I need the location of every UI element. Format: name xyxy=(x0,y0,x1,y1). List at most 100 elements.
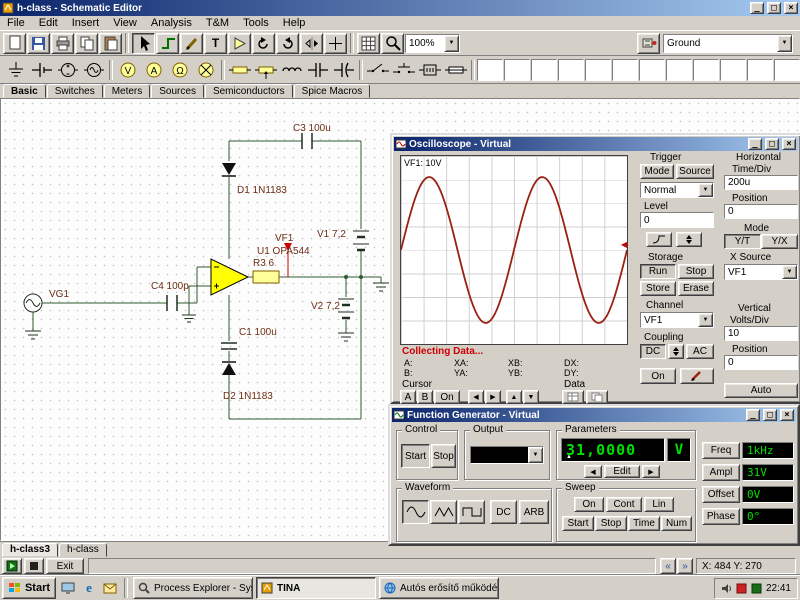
save-button[interactable] xyxy=(27,33,50,54)
paste-button[interactable] xyxy=(99,33,122,54)
red-tray-icon[interactable] xyxy=(736,583,747,594)
edit-prev-button[interactable]: ◀ xyxy=(584,465,602,478)
coupling-ac-button[interactable]: AC xyxy=(686,344,714,359)
print-button[interactable] xyxy=(51,33,74,54)
export-data-button[interactable] xyxy=(562,390,584,404)
move-tool-button[interactable] xyxy=(324,33,347,54)
arb-button[interactable]: ARB xyxy=(519,500,549,524)
stop-button[interactable]: Stop xyxy=(678,264,714,279)
tab-spice-macros[interactable]: Spice Macros xyxy=(294,84,371,98)
fg-start-button[interactable]: Start xyxy=(401,444,430,468)
oscilloscope-titlebar[interactable]: Oscilloscope - Virtual _ □ × xyxy=(394,137,798,151)
text-tool-button[interactable]: T xyxy=(204,33,227,54)
close-button[interactable]: × xyxy=(780,409,794,421)
scroll-right-button[interactable]: » xyxy=(677,558,693,574)
dc-button[interactable]: DC xyxy=(490,500,517,524)
select-tool-button[interactable] xyxy=(132,33,155,54)
ground-reference-combo[interactable]: Ground ▼ xyxy=(663,34,793,53)
grid-toggle-button[interactable] xyxy=(357,33,380,54)
tab-basic[interactable]: Basic xyxy=(3,84,46,98)
tab-semiconductors[interactable]: Semiconductors xyxy=(205,84,293,98)
menu-tools[interactable]: Tools xyxy=(236,16,276,30)
capacitor-component-button[interactable] xyxy=(305,58,331,82)
fuse-component-button[interactable] xyxy=(443,58,469,82)
quick-launch-mail-button[interactable] xyxy=(101,578,119,598)
volume-tray-icon[interactable] xyxy=(721,583,732,594)
copy-data-button[interactable] xyxy=(586,390,608,404)
edit-button[interactable]: Edit xyxy=(604,465,640,478)
maximize-button[interactable]: □ xyxy=(763,409,777,421)
menu-tm[interactable]: T&M xyxy=(199,16,236,30)
trigger-level-input[interactable]: 0 xyxy=(640,212,714,228)
rotate-left-button[interactable] xyxy=(252,33,275,54)
cursor-a-button[interactable]: A xyxy=(400,390,416,404)
copy-button[interactable] xyxy=(75,33,98,54)
tm-run-button[interactable] xyxy=(2,558,22,574)
trigger-slope-button[interactable] xyxy=(646,232,672,247)
trigger-mode-combo[interactable]: Normal ▼ xyxy=(640,182,714,198)
erase-button[interactable]: Erase xyxy=(678,281,714,296)
phase-button[interactable]: Phase xyxy=(702,508,740,525)
coupling-toggle-button[interactable] xyxy=(668,344,684,359)
task-browser-page[interactable]: Autós erősítő működése ... xyxy=(379,577,499,599)
v-position-input[interactable]: 0 xyxy=(724,355,798,370)
tab-switches[interactable]: Switches xyxy=(47,84,103,98)
h-position-input[interactable]: 0 xyxy=(724,204,798,219)
chevron-down-icon[interactable]: ▼ xyxy=(782,265,797,279)
channel-on-button[interactable]: On xyxy=(640,368,676,384)
menu-view[interactable]: View xyxy=(106,16,144,30)
menu-insert[interactable]: Insert xyxy=(65,16,107,30)
menu-help[interactable]: Help xyxy=(276,16,313,30)
sheet-tab-h-class[interactable]: h-class xyxy=(59,543,107,557)
coupling-dc-button[interactable]: DC xyxy=(640,344,666,359)
maximize-button[interactable]: □ xyxy=(767,2,781,14)
trigger-level-step-button[interactable] xyxy=(676,232,702,247)
chevron-down-icon[interactable]: ▼ xyxy=(698,183,713,197)
resistor-component-button[interactable] xyxy=(227,58,253,82)
x-source-combo[interactable]: VF1 ▼ xyxy=(724,264,798,280)
lamp-component-button[interactable] xyxy=(193,58,219,82)
offset-button[interactable]: Offset xyxy=(702,486,740,503)
sine-wave-button[interactable] xyxy=(402,500,429,524)
yx-mode-button[interactable]: Y/X xyxy=(761,234,798,249)
triangle-wave-button[interactable] xyxy=(430,500,457,524)
wire-tool-button[interactable] xyxy=(156,33,179,54)
sweep-on-button[interactable]: On xyxy=(574,497,604,512)
sweep-cont-button[interactable]: Cont xyxy=(606,497,642,512)
cursor-right-button[interactable]: ▶ xyxy=(485,390,501,404)
green-tray-icon[interactable] xyxy=(751,583,762,594)
battery-component-button[interactable] xyxy=(29,58,55,82)
minimize-button[interactable]: _ xyxy=(746,409,760,421)
cursor-down-button[interactable]: ▼ xyxy=(523,390,539,404)
chevron-down-icon[interactable]: ▼ xyxy=(698,313,713,327)
exit-button[interactable]: Exit xyxy=(46,558,84,574)
freq-button[interactable]: Freq xyxy=(702,442,740,459)
maximize-button[interactable]: □ xyxy=(765,138,779,150)
trigger-marker-icon[interactable]: ◀ xyxy=(621,240,627,249)
chevron-down-icon[interactable]: ▼ xyxy=(444,35,459,52)
electrolytic-capacitor-button[interactable] xyxy=(331,58,357,82)
chevron-down-icon[interactable]: ▼ xyxy=(528,447,543,463)
menu-edit[interactable]: Edit xyxy=(32,16,65,30)
channel-combo[interactable]: VF1 ▼ xyxy=(640,312,714,328)
io-pin-button[interactable] xyxy=(637,33,660,54)
minimize-button[interactable]: _ xyxy=(750,2,764,14)
mirror-button[interactable] xyxy=(300,33,323,54)
voltage-source-button[interactable] xyxy=(55,58,81,82)
close-button[interactable]: × xyxy=(782,138,796,150)
sweep-num-button[interactable]: Num xyxy=(661,516,692,531)
switch-component-button[interactable] xyxy=(365,58,391,82)
zoom-tool-button[interactable] xyxy=(381,33,404,54)
pushbutton-component-button[interactable] xyxy=(391,58,417,82)
trigger-source-button[interactable]: Source xyxy=(676,164,714,179)
probe-tool-button[interactable] xyxy=(180,33,203,54)
generator-component-button[interactable] xyxy=(81,58,107,82)
ampl-button[interactable]: Ampl xyxy=(702,464,740,481)
quick-launch-desktop-button[interactable] xyxy=(59,578,77,598)
sweep-time-button[interactable]: Time xyxy=(628,516,660,531)
sweep-stop-button[interactable]: Stop xyxy=(595,516,627,531)
tab-meters[interactable]: Meters xyxy=(104,84,151,98)
main-titlebar[interactable]: h-class - Schematic Editor _ □ × xyxy=(0,0,800,16)
cursor-up-button[interactable]: ▲ xyxy=(506,390,522,404)
task-tina[interactable]: TINA xyxy=(256,577,376,599)
